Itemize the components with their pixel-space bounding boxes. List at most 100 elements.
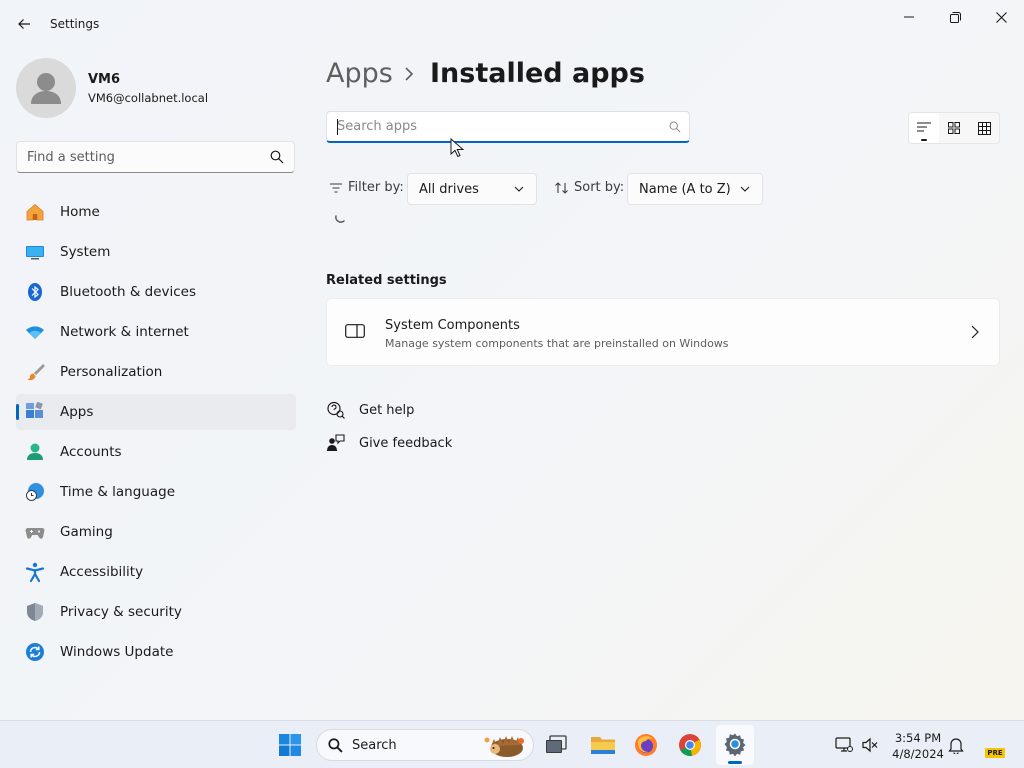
chevron-down-icon: [514, 186, 524, 192]
help-icon: [326, 400, 346, 420]
get-help-label: Get help: [359, 402, 415, 418]
bell-icon: [948, 737, 964, 754]
sort-dropdown[interactable]: Name (A to Z): [627, 173, 763, 205]
system-icon: [25, 242, 45, 262]
search-icon: [669, 121, 681, 133]
loading-spinner-icon: [335, 215, 345, 223]
volume-tray-button[interactable]: [854, 729, 886, 761]
filter-value: All drives: [419, 181, 479, 197]
sidebar-item-bluetooth-devices[interactable]: Bluetooth & devices: [16, 274, 296, 310]
clock-globe-icon: [25, 482, 45, 502]
chevron-right-icon: [405, 67, 414, 81]
sidebar-item-accounts[interactable]: Accounts: [16, 434, 296, 470]
account-icon: [25, 442, 45, 462]
close-icon: [995, 11, 1007, 23]
user-name: VM6: [88, 72, 121, 87]
text-caret: [337, 119, 338, 135]
sidebar-item-time-language[interactable]: Time & language: [16, 474, 296, 510]
tile-view-button[interactable]: [969, 113, 999, 143]
taskbar-search[interactable]: Search: [316, 729, 534, 761]
card-title: System Components: [385, 318, 520, 333]
search-apps-box: [326, 111, 690, 143]
apps-icon: [25, 402, 45, 422]
card-subtitle: Manage system components that are preins…: [385, 337, 729, 350]
sidebar-item-home[interactable]: Home: [16, 194, 296, 230]
minimize-icon: [904, 16, 914, 18]
clock-date: 4/8/2024: [892, 747, 944, 761]
sort-icon: [555, 181, 568, 194]
taskbar-clock[interactable]: 3:54 PM 4/8/2024: [888, 730, 948, 762]
sidebar-item-label: Windows Update: [60, 644, 174, 660]
find-setting-input[interactable]: [17, 142, 257, 172]
firefox-icon: [635, 734, 657, 756]
chevron-down-icon: [740, 186, 750, 192]
give-feedback-link[interactable]: Give feedback: [326, 433, 452, 453]
update-icon: [25, 642, 45, 662]
task-view-button[interactable]: [540, 729, 572, 761]
file-explorer-button[interactable]: [587, 729, 619, 761]
sidebar-item-gaming[interactable]: Gaming: [16, 514, 296, 550]
sidebar-item-network[interactable]: Network & internet: [16, 314, 296, 350]
avatar[interactable]: [16, 58, 76, 118]
settings-taskbar-button[interactable]: [716, 725, 754, 765]
firefox-button[interactable]: [630, 729, 662, 761]
sidebar-item-personalization[interactable]: Personalization: [16, 354, 296, 390]
arrow-left-icon: [18, 19, 30, 29]
get-help-link[interactable]: Get help: [326, 400, 414, 420]
sidebar-item-accessibility[interactable]: Accessibility: [16, 554, 296, 590]
grid-view-icon: [948, 122, 960, 134]
sidebar-item-label: Accounts: [60, 444, 122, 460]
find-setting-box: [16, 141, 295, 173]
start-button[interactable]: [274, 729, 306, 761]
clock-time: 3:54 PM: [894, 731, 942, 745]
sidebar-nav: Home System Bluetooth & devices Network …: [16, 194, 296, 674]
breadcrumb-apps-link[interactable]: Apps: [326, 58, 393, 89]
user-email: VM6@collabnet.local: [88, 91, 209, 105]
filter-label: Filter by:: [330, 180, 404, 195]
restore-icon: [949, 11, 961, 23]
wifi-icon: [25, 322, 45, 342]
hedgehog-highlight-icon: [484, 736, 524, 757]
sidebar-item-label: Network & internet: [60, 324, 189, 340]
shield-icon: [25, 602, 45, 622]
system-components-card[interactable]: System Components Manage system componen…: [326, 298, 1000, 366]
sort-value: Name (A to Z): [639, 181, 731, 197]
sidebar-item-label: Bluetooth & devices: [60, 284, 197, 300]
preview-badge: PRE: [985, 748, 1005, 758]
list-view-button[interactable]: [909, 113, 939, 143]
chrome-button[interactable]: [674, 729, 706, 761]
grid-view-button[interactable]: [939, 113, 969, 143]
related-settings-heading: Related settings: [326, 273, 447, 288]
gamepad-icon: [25, 522, 45, 542]
sidebar-item-windows-update[interactable]: Windows Update: [16, 634, 296, 670]
volume-muted-icon: [862, 737, 878, 753]
mouse-pointer-icon: [450, 138, 464, 158]
give-feedback-label: Give feedback: [359, 435, 453, 451]
restore-button[interactable]: [935, 4, 975, 30]
sidebar-item-label: Home: [60, 204, 100, 220]
filter-dropdown[interactable]: All drives: [407, 173, 537, 205]
sidebar-item-label: Gaming: [60, 524, 113, 540]
gear-icon: [724, 733, 746, 756]
minimize-button[interactable]: [889, 4, 929, 30]
user-icon: [31, 73, 61, 104]
chevron-right-icon: [971, 325, 979, 339]
sidebar-item-label: Accessibility: [60, 564, 144, 580]
title-bar: Settings: [0, 0, 1024, 48]
back-button[interactable]: [10, 10, 38, 38]
list-view-icon: [917, 122, 931, 132]
notifications-button[interactable]: [940, 729, 972, 761]
sidebar-item-label: Apps: [60, 404, 94, 420]
taskbar: Search 3:54 PM 4/8/2024: [0, 720, 1024, 768]
search-icon: [328, 738, 343, 753]
sidebar-item-apps[interactable]: Apps: [16, 394, 296, 430]
search-apps-input[interactable]: [327, 112, 647, 140]
accessibility-icon: [25, 562, 45, 582]
system-components-icon: [345, 324, 365, 338]
chrome-icon: [679, 734, 702, 757]
close-button[interactable]: [981, 4, 1021, 30]
sidebar-item-label: System: [60, 244, 111, 260]
sidebar-item-system[interactable]: System: [16, 234, 296, 270]
windows-logo-icon: [279, 734, 301, 756]
sidebar-item-privacy-security[interactable]: Privacy & security: [16, 594, 296, 630]
